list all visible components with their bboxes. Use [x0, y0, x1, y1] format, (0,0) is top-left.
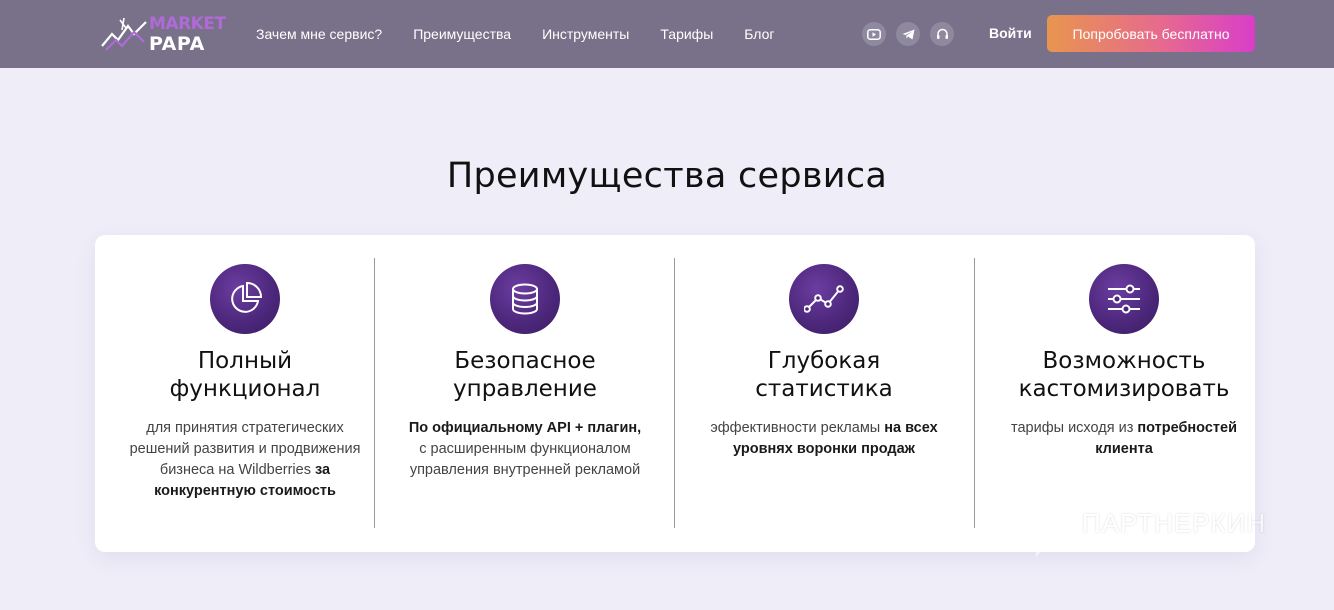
feature-text: с расширенным функционалом управления вн… — [409, 441, 641, 478]
feature-full-functionality: Полный функционал для принятия стратегич… — [95, 235, 395, 552]
sliders-icon — [1089, 264, 1159, 334]
page-title: Преимущества сервиса — [446, 156, 888, 196]
main-nav: Зачем мне сервис? Преимущества Инструмен… — [256, 0, 806, 68]
logo-text: MARKET PAPA — [149, 14, 226, 54]
feature-title: Глубокая статистика — [674, 347, 974, 403]
feature-description: тарифы исходя из потребностей клиента — [1004, 418, 1244, 460]
feature-title-line-2: функционал — [169, 376, 321, 402]
feature-title: Полный функционал — [95, 347, 395, 403]
feature-title-line-1: Возможность — [1042, 348, 1206, 374]
feature-title-line-1: Безопасное — [454, 348, 596, 374]
feature-description: По официальному API + плагин, с расширен… — [405, 418, 645, 481]
social-links — [862, 22, 964, 46]
logo[interactable]: MARKET PAPA — [100, 12, 226, 56]
feature-secure-management: Безопасное управление По официальному AP… — [375, 235, 675, 552]
try-free-button[interactable]: Попробовать бесплатно — [1047, 15, 1255, 52]
youtube-icon[interactable] — [862, 22, 886, 46]
site-header: MARKET PAPA Зачем мне сервис? Преимущест… — [0, 0, 1334, 68]
nav-item-pricing[interactable]: Тарифы — [660, 26, 713, 42]
line-chart-icon — [789, 264, 859, 334]
feature-title-line-2: управление — [453, 376, 597, 402]
headset-icon[interactable] — [930, 22, 954, 46]
logo-line-2: PAPA — [149, 33, 205, 55]
feature-deep-statistics: Глубокая статистика эффективности реклам… — [674, 235, 974, 552]
feature-title-line-2: кастомизировать — [1018, 376, 1230, 402]
login-link[interactable]: Войти — [989, 25, 1032, 41]
nav-item-advantages[interactable]: Преимущества — [413, 26, 511, 42]
logo-icon — [101, 17, 147, 51]
feature-title: Возможность кастомизировать — [974, 347, 1274, 403]
feature-text: эффективности рекламы — [710, 420, 881, 436]
pie-chart-icon — [210, 264, 280, 334]
feature-description: для принятия стратегических решений разв… — [127, 418, 363, 502]
features-card: Полный функционал для принятия стратегич… — [95, 235, 1255, 552]
nav-item-why-service[interactable]: Зачем мне сервис? — [256, 26, 382, 42]
feature-title-line-1: Полный — [197, 348, 293, 374]
feature-title-line-1: Глубокая — [767, 348, 881, 374]
feature-text: тарифы исходя из — [1010, 420, 1134, 436]
nav-item-blog[interactable]: Блог — [744, 26, 774, 42]
telegram-icon[interactable] — [896, 22, 920, 46]
nav-item-tools[interactable]: Инструменты — [542, 26, 629, 42]
feature-customization: Возможность кастомизировать тарифы исход… — [974, 235, 1274, 552]
database-icon — [490, 264, 560, 334]
feature-title: Безопасное управление — [375, 347, 675, 403]
feature-text-bold: По официальному API + плагин, — [408, 420, 642, 436]
feature-title-line-2: статистика — [755, 376, 893, 402]
logo-line-1: MARKET — [149, 14, 226, 34]
feature-description: эффективности рекламы на всех уровнях во… — [704, 418, 944, 460]
